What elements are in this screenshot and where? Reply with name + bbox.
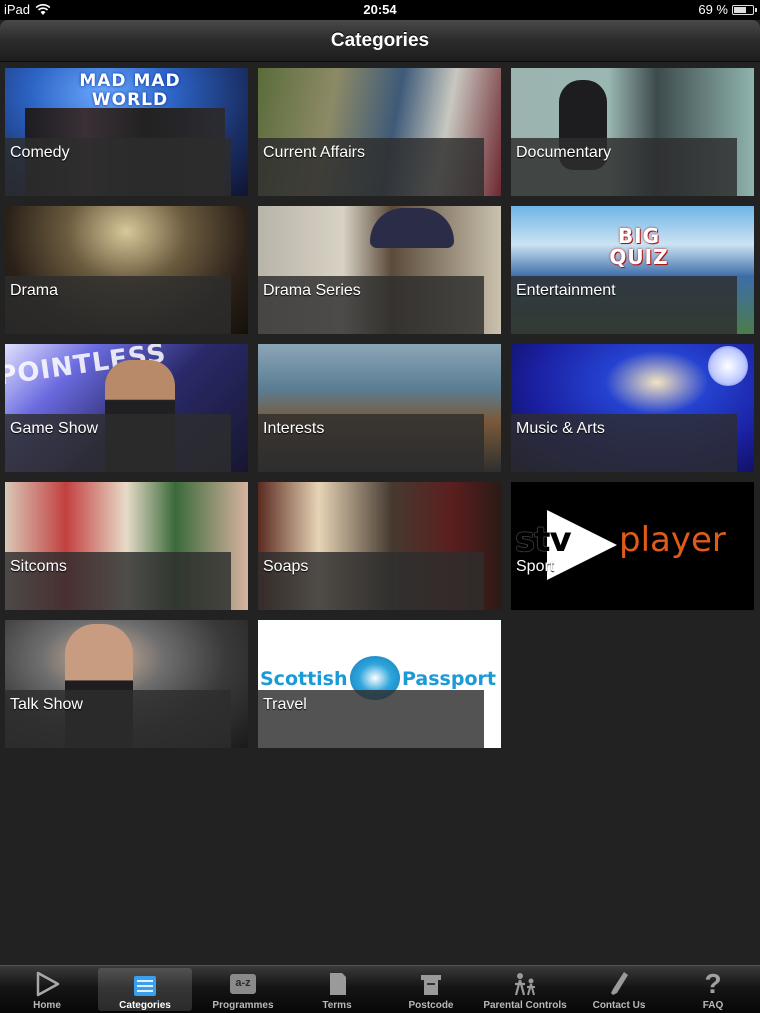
category-label: Travel — [263, 696, 307, 713]
tab-faq[interactable]: ? FAQ — [666, 966, 760, 1013]
tab-label: Home — [33, 1000, 61, 1011]
tab-label: Postcode — [408, 1000, 454, 1011]
tab-categories[interactable]: Categories — [98, 968, 192, 1011]
sport-art-player: player — [619, 520, 726, 560]
tab-label: Parental Controls — [483, 1000, 567, 1011]
category-tile-travel[interactable]: Scottish Passport Travel — [258, 620, 501, 748]
tab-label: FAQ — [702, 1000, 724, 1011]
page-title: Categories — [330, 30, 430, 51]
clock: 20:54 — [363, 2, 397, 17]
play-icon — [36, 971, 60, 997]
tab-parental-controls[interactable]: Parental Controls — [478, 966, 572, 1013]
category-tile-soaps[interactable]: Soaps — [258, 482, 501, 610]
battery-icon — [732, 4, 757, 15]
category-label: Interests — [263, 420, 325, 437]
category-label: Game Show — [10, 420, 99, 437]
tab-home[interactable]: Home — [0, 966, 94, 1013]
tab-postcode[interactable]: Postcode — [384, 966, 478, 1013]
tab-label: Contact Us — [592, 1000, 646, 1011]
category-label: Documentary — [516, 144, 612, 161]
list-icon — [134, 976, 156, 996]
category-tile-current-affairs[interactable]: Current Affairs — [258, 68, 501, 196]
sport-art-stv: stv — [515, 520, 572, 560]
category-tile-drama[interactable]: Drama — [5, 206, 248, 334]
category-tile-documentary[interactable]: Documentary — [511, 68, 754, 196]
phone-icon — [611, 972, 628, 995]
category-label: Drama Series — [263, 282, 361, 299]
document-icon — [330, 973, 346, 995]
category-grid: MAD MAD WORLD Comedy Current Affairs Doc… — [5, 68, 757, 748]
question-icon: ? — [704, 968, 722, 999]
category-label: Sitcoms — [10, 558, 67, 575]
family-icon — [514, 973, 535, 996]
comedy-art-title: MAD MAD WORLD — [79, 71, 181, 110]
a-z-icon: a-z — [230, 974, 256, 994]
entertainment-art-title: BIG QUIZ — [609, 224, 669, 269]
category-tile-sitcoms[interactable]: Sitcoms — [5, 482, 248, 610]
category-label: Soaps — [263, 558, 309, 575]
category-tile-game-show[interactable]: POINTLESS Game Show — [5, 344, 248, 472]
sport-thumbnail: stv player — [511, 482, 754, 610]
category-tile-entertainment[interactable]: BIG QUIZ Entertainment — [511, 206, 754, 334]
category-tile-interests[interactable]: Interests — [258, 344, 501, 472]
category-label: Music & Arts — [516, 420, 605, 437]
category-label: Talk Show — [10, 696, 83, 713]
tab-label: Categories — [119, 1000, 171, 1011]
nav-bar: Categories — [0, 20, 760, 62]
category-tile-talk-show[interactable]: Talk Show — [5, 620, 248, 748]
category-label: Sport — [516, 558, 555, 575]
status-bar: iPad 20:54 69 % — [0, 0, 760, 20]
tab-contact-us[interactable]: Contact Us — [572, 966, 666, 1013]
category-tile-comedy[interactable]: MAD MAD WORLD Comedy — [5, 68, 248, 196]
tab-programmes[interactable]: a-z Programmes — [196, 966, 290, 1013]
category-tile-drama-series[interactable]: Drama Series — [258, 206, 501, 334]
tab-label: Programmes — [212, 1000, 274, 1011]
tab-label: Terms — [322, 1000, 352, 1011]
category-label: Drama — [10, 282, 59, 299]
travel-art-passport: Passport — [402, 668, 496, 690]
category-tile-sport[interactable]: stv player Sport — [511, 482, 754, 610]
category-label: Comedy — [10, 144, 70, 161]
battery: 69 % — [698, 2, 757, 17]
tab-terms[interactable]: Terms — [290, 966, 384, 1013]
battery-percent: 69 % — [698, 2, 728, 17]
category-label: Entertainment — [516, 282, 616, 299]
category-label: Current Affairs — [263, 144, 365, 161]
mailbox-icon — [421, 975, 441, 995]
tab-bar: Home Categories a-z Programmes Terms Pos… — [0, 965, 760, 1013]
travel-art-scottish: Scottish — [260, 668, 348, 690]
category-tile-music-arts[interactable]: Music & Arts — [511, 344, 754, 472]
